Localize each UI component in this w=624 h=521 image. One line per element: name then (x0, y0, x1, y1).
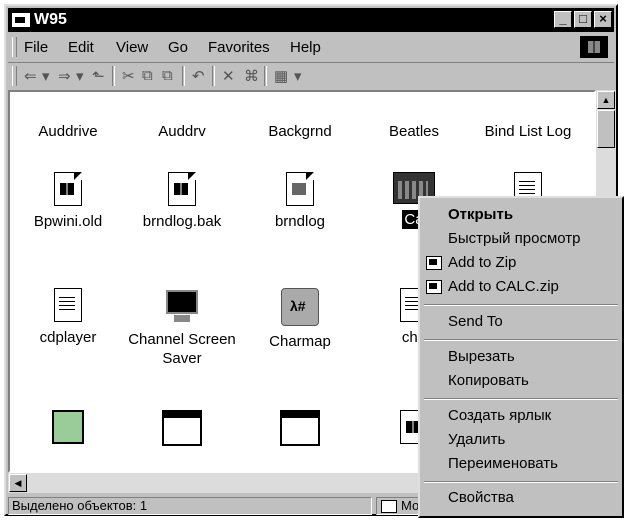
file-item[interactable]: cdplayer (10, 288, 126, 347)
file-item[interactable]: λ# Charmap (242, 288, 358, 351)
file-item[interactable]: Backgrnd (242, 122, 358, 141)
zip-icon (426, 256, 442, 270)
toolbar-separator (112, 66, 115, 86)
menu-file[interactable]: File (24, 39, 48, 56)
drive-icon (12, 13, 30, 27)
menu-item-add-to-calc-zip[interactable]: Add to CALC.zip (448, 278, 559, 295)
menu-go[interactable]: Go (168, 39, 188, 56)
menu-separator (424, 304, 618, 306)
forward-icon[interactable]: ⇒ (58, 67, 71, 85)
application-window-icon (280, 410, 320, 446)
file-item[interactable]: brndlog.bak (124, 172, 240, 231)
document-file-icon (286, 172, 314, 206)
delete-icon[interactable]: ✕ (222, 67, 235, 85)
copy-icon[interactable]: ⧉ (142, 67, 153, 84)
maximize-button[interactable]: □ (574, 11, 592, 28)
file-label: Bpwini.old (33, 213, 103, 230)
system-file-icon (54, 172, 82, 206)
scroll-left-button[interactable]: ◀ (9, 474, 27, 492)
window-title: W95 (34, 11, 67, 28)
menu-item-open[interactable]: Открыть (448, 206, 513, 223)
menu-separator (424, 481, 618, 483)
toolbar-grip (12, 66, 17, 86)
toolbar: ⇐ ▾ ⇒ ▾ ⬑ ✂ ⧉ ⧉ ↶ ✕ ⌘ ▦ ▾ (8, 62, 614, 89)
minimize-button[interactable]: _ (554, 11, 572, 28)
menu-help[interactable]: Help (290, 39, 321, 56)
menu-item-delete[interactable]: Удалить (448, 431, 505, 448)
menu-view[interactable]: View (116, 39, 148, 56)
close-button[interactable]: × (594, 11, 612, 28)
file-label: Auddrv (158, 123, 206, 140)
back-icon[interactable]: ⇐ (24, 67, 37, 85)
cut-icon[interactable]: ✂ (122, 67, 135, 85)
screen-saver-icon (162, 288, 202, 324)
undo-icon[interactable]: ↶ (192, 67, 205, 85)
scroll-up-button[interactable]: ▲ (597, 91, 615, 109)
toolbar-separator (212, 66, 215, 86)
file-item[interactable]: Auddrive (10, 122, 126, 141)
menu-separator (424, 339, 618, 341)
file-item[interactable] (124, 410, 240, 452)
menu-item-rename[interactable]: Переименовать (448, 455, 558, 472)
paint-program-icon (52, 410, 84, 444)
file-label: Charmap (269, 333, 331, 350)
menubar-grip (12, 37, 17, 57)
paste-icon[interactable]: ⧉ (162, 67, 173, 84)
menu-item-add-to-zip[interactable]: Add to Zip (448, 254, 516, 271)
system-file-icon (168, 172, 196, 206)
file-label: Backgrnd (268, 123, 332, 140)
file-item[interactable]: Bpwini.old (10, 172, 126, 231)
file-item[interactable]: Beatles (356, 122, 472, 141)
views-icon[interactable]: ▦ (274, 67, 288, 85)
context-menu: Открыть Быстрый просмотр Add to Zip Add … (418, 196, 624, 518)
menu-item-copy[interactable]: Копировать (448, 372, 529, 389)
file-label: brndlog.bak (142, 213, 222, 230)
views-dropdown-icon[interactable]: ▾ (294, 67, 302, 85)
toolbar-separator (264, 66, 267, 86)
menu-item-send-to[interactable]: Send To (448, 313, 503, 330)
windows-logo-icon (580, 36, 608, 58)
file-item[interactable] (10, 410, 126, 450)
menu-edit[interactable]: Edit (68, 39, 94, 56)
file-label: Auddrive (38, 123, 98, 140)
config-file-icon (54, 288, 82, 322)
file-item[interactable]: brndlog (242, 172, 358, 231)
file-label: brndlog (274, 213, 326, 230)
menu-item-properties[interactable]: Свойства (448, 489, 514, 506)
menu-bar: File Edit View Go Favorites Help (8, 34, 614, 60)
application-window-icon (162, 410, 202, 446)
toolbar-separator (182, 66, 185, 86)
back-dropdown-icon[interactable]: ▾ (42, 67, 50, 85)
zip-icon (426, 280, 442, 294)
menu-item-quick-view[interactable]: Быстрый просмотр (448, 230, 581, 247)
charmap-icon: λ# (281, 288, 319, 326)
up-folder-icon[interactable]: ⬑ (92, 67, 105, 85)
file-item[interactable] (242, 410, 358, 452)
properties-icon[interactable]: ⌘ (244, 67, 259, 85)
menu-separator (424, 398, 618, 400)
file-item[interactable]: Auddrv (124, 122, 240, 141)
scroll-thumb[interactable] (597, 110, 615, 148)
file-label: Bind List Log (484, 123, 572, 140)
menu-item-cut[interactable]: Вырезать (448, 348, 515, 365)
file-label: cdplayer (39, 329, 97, 346)
forward-dropdown-icon[interactable]: ▾ (76, 67, 84, 85)
file-label: Channel Screen Saver (128, 331, 236, 367)
file-item[interactable]: Bind List Log (470, 122, 586, 141)
file-label: Beatles (388, 123, 440, 140)
menu-item-create-shortcut[interactable]: Создать ярлык (448, 407, 551, 424)
menu-favorites[interactable]: Favorites (208, 39, 270, 56)
status-selection: Выделено объектов: 1 (8, 497, 372, 515)
file-item[interactable]: Channel Screen Saver (124, 288, 240, 368)
title-bar[interactable]: W95 _ □ × (8, 8, 614, 32)
computer-icon (381, 500, 397, 513)
